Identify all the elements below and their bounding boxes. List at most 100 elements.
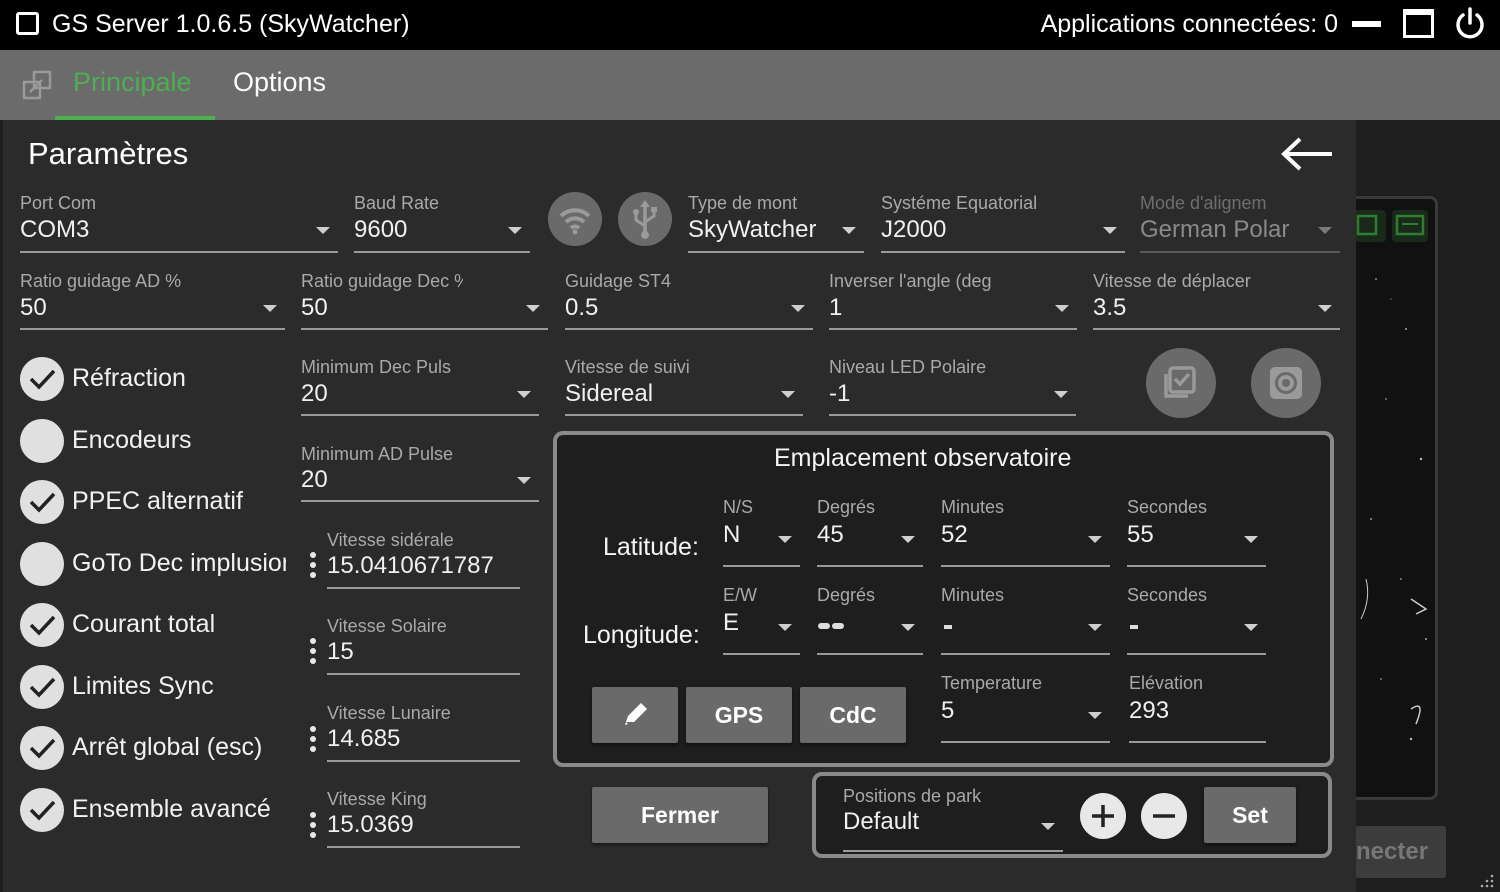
sky-stars-image xyxy=(1360,278,1428,741)
chevron-down-icon xyxy=(781,391,795,398)
minimize-icon[interactable] xyxy=(1352,21,1381,27)
eq-system-select[interactable]: Systéme Equatorial J2000 xyxy=(881,193,1125,253)
min-ra-pulse-select[interactable]: Minimum AD Pulse 20 xyxy=(301,444,539,504)
close-button[interactable]: Fermer xyxy=(592,787,768,843)
chevron-down-icon xyxy=(1041,823,1055,830)
check-icon xyxy=(29,738,56,759)
connected-apps-status: Applications connectées: 0 xyxy=(1040,10,1338,38)
green-screen-icon[interactable] xyxy=(1392,210,1428,242)
sidereal-rate-menu-icon[interactable] xyxy=(310,552,316,582)
encoders-checkbox[interactable] xyxy=(20,419,64,463)
sky-preview xyxy=(1356,196,1438,800)
guide-ratio-ra-select[interactable]: Ratio guidage AD % 50 xyxy=(20,271,285,331)
usb-icon xyxy=(633,200,657,239)
guide-ratio-dec-select[interactable]: Ratio guidage Dec % 50 xyxy=(301,271,548,331)
invert-angle-select[interactable]: Inverser l'angle (deg 1 xyxy=(829,271,1077,331)
observatory-title: Emplacement observatoire xyxy=(774,444,1072,472)
elevation-input[interactable]: Elévation 293 xyxy=(1129,673,1266,745)
window-title: GS Server 1.0.6.5 (SkyWatcher) xyxy=(52,10,410,38)
wifi-button[interactable] xyxy=(548,192,602,246)
checklist-button[interactable] xyxy=(1146,348,1216,418)
edit-location-button[interactable] xyxy=(592,687,678,743)
mount-type-select[interactable]: Type de mont SkyWatcher xyxy=(688,193,864,253)
set-park-button[interactable]: Set xyxy=(1204,787,1296,843)
chevron-down-icon xyxy=(1088,624,1102,631)
global-stop-checkbox[interactable] xyxy=(20,726,64,770)
longitude-label: Longitude: xyxy=(583,621,700,649)
window-checkbox-icon[interactable] xyxy=(16,12,39,35)
min-dec-pulse-select[interactable]: Minimum Dec Puls 20 xyxy=(301,357,539,417)
tab-options[interactable]: Options xyxy=(233,67,326,98)
lon-ew-select[interactable]: E/W E xyxy=(723,585,800,657)
chevron-down-icon xyxy=(1244,624,1258,631)
goto-dec-pulse-checkbox[interactable] xyxy=(20,542,64,586)
chevron-down-icon xyxy=(1244,536,1258,543)
baud-rate-select[interactable]: Baud Rate 9600 xyxy=(354,193,530,253)
check-icon xyxy=(29,369,56,390)
cdc-button[interactable]: CdC xyxy=(800,687,906,743)
encoders-label: Encodeurs xyxy=(72,426,192,454)
ppec-alt-label: PPEC alternatif xyxy=(72,487,243,515)
back-arrow-icon[interactable] xyxy=(1280,136,1334,172)
chevron-down-icon xyxy=(901,536,915,543)
polar-led-select[interactable]: Niveau LED Polaire -1 xyxy=(829,357,1076,417)
advanced-set-checkbox[interactable] xyxy=(20,788,64,832)
maximize-icon[interactable] xyxy=(1403,9,1434,38)
latitude-label: Latitude: xyxy=(603,533,699,561)
refraction-checkbox[interactable] xyxy=(20,357,64,401)
solar-rate-input[interactable]: Vitesse Solaire 15 xyxy=(327,616,520,676)
popout-icon[interactable] xyxy=(22,70,54,102)
chevron-down-icon xyxy=(1088,712,1102,719)
port-com-select[interactable]: Port Com COM3 xyxy=(20,193,338,253)
lon-degrees-select[interactable]: Degrés xyxy=(817,585,923,657)
chevron-down-icon xyxy=(517,391,531,398)
king-rate-menu-icon[interactable] xyxy=(310,812,316,842)
lat-minutes-select[interactable]: Minutes 52 xyxy=(941,497,1110,569)
chevron-down-icon xyxy=(1318,305,1332,312)
chevron-down-icon xyxy=(1055,305,1069,312)
plus-icon xyxy=(1092,805,1114,827)
tracking-speed-select[interactable]: Vitesse de suivi Sidereal xyxy=(565,357,803,417)
lunar-rate-menu-icon[interactable] xyxy=(310,726,316,756)
sync-limits-checkbox[interactable] xyxy=(20,665,64,709)
tab-principale[interactable]: Principale xyxy=(73,67,192,98)
solar-rate-menu-icon[interactable] xyxy=(310,638,316,668)
tab-bar: Principale Options xyxy=(0,50,1500,120)
wifi-icon xyxy=(559,208,591,235)
checklist-icon xyxy=(1164,366,1196,398)
chevron-down-icon xyxy=(901,624,915,631)
advanced-set-label: Ensemble avancé xyxy=(72,795,271,823)
check-icon xyxy=(29,615,56,636)
resize-grip-icon[interactable] xyxy=(1476,870,1496,890)
lat-degrees-select[interactable]: Degrés 45 xyxy=(817,497,923,569)
power-icon[interactable] xyxy=(1452,6,1488,42)
lon-seconds-select[interactable]: Secondes xyxy=(1127,585,1266,657)
ppec-alt-checkbox[interactable] xyxy=(20,480,64,524)
chevron-down-icon xyxy=(508,227,522,234)
gps-button[interactable]: GPS xyxy=(686,687,792,743)
park-position-select[interactable]: Positions de park Default xyxy=(843,786,1063,854)
move-speed-select[interactable]: Vitesse de déplacer 3.5 xyxy=(1093,271,1340,331)
lat-seconds-select[interactable]: Secondes 55 xyxy=(1127,497,1266,569)
add-park-button[interactable] xyxy=(1080,793,1126,839)
king-rate-input[interactable]: Vitesse King 15.0369 xyxy=(327,789,520,849)
align-mode-select[interactable]: Mode d'alignem German Polar xyxy=(1140,193,1340,253)
connect-button[interactable]: necter xyxy=(1356,826,1446,878)
masked-value-icon xyxy=(818,623,844,629)
panel-title: Paramètres xyxy=(28,136,189,171)
sync-limits-label: Limites Sync xyxy=(72,672,214,700)
refraction-label: Réfraction xyxy=(72,364,186,392)
lunar-rate-input[interactable]: Vitesse Lunaire 14.685 xyxy=(327,703,520,763)
lat-ns-select[interactable]: N/S N xyxy=(723,497,800,569)
chevron-down-icon xyxy=(842,227,856,234)
chevron-down-icon xyxy=(263,305,277,312)
remove-park-button[interactable] xyxy=(1141,793,1187,839)
usb-button[interactable] xyxy=(618,192,672,246)
guide-st4-select[interactable]: Guidage ST4 0.5 xyxy=(565,271,813,331)
lon-minutes-select[interactable]: Minutes xyxy=(941,585,1110,657)
full-current-checkbox[interactable] xyxy=(20,603,64,647)
chevron-down-icon xyxy=(517,477,531,484)
temperature-select[interactable]: Temperature 5 xyxy=(941,673,1110,745)
sidereal-rate-input[interactable]: Vitesse sidérale 15.0410671787 xyxy=(327,530,520,590)
settings-button[interactable] xyxy=(1251,348,1321,418)
